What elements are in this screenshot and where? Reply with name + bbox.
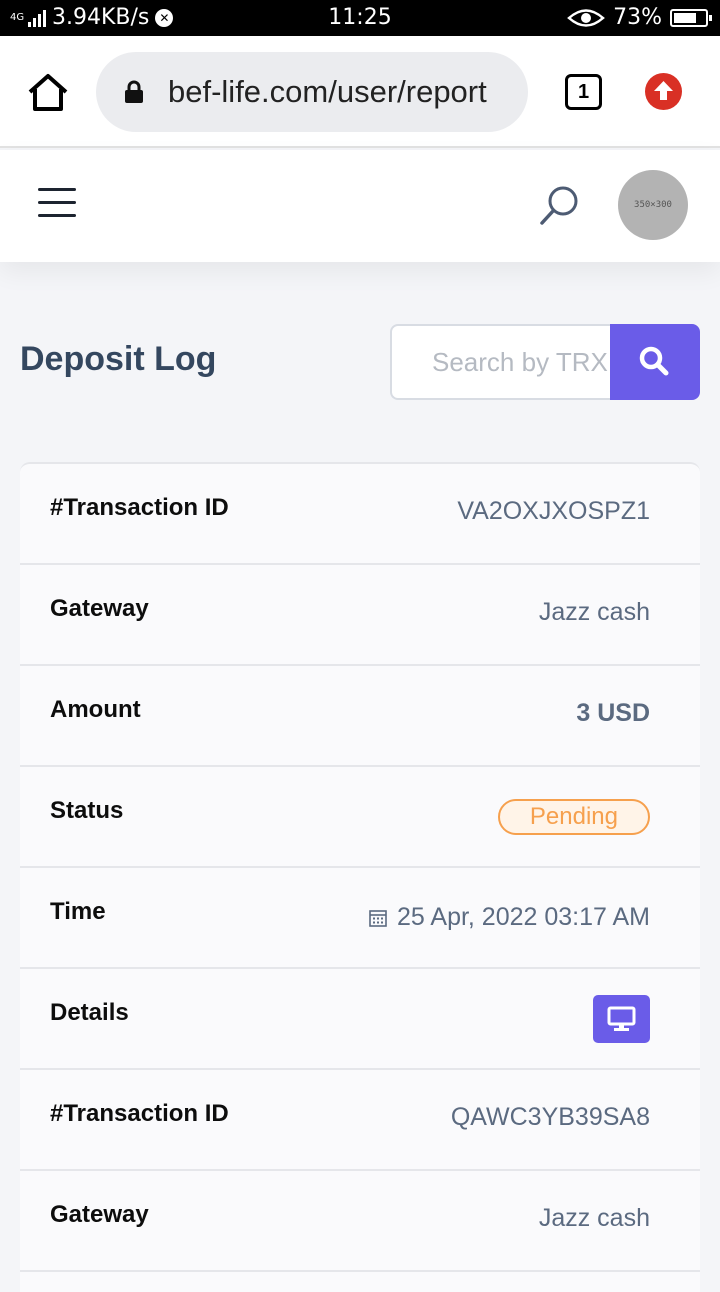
gateway-value: Jazz cash — [538, 598, 650, 626]
avatar[interactable]: 350×300 — [618, 170, 688, 240]
battery-icon — [670, 8, 712, 27]
list-item: #Transaction ID VA2OXJXOSPZ1 — [20, 464, 700, 565]
monitor-icon — [607, 1006, 636, 1031]
browser-toolbar: bef-life.com/user/report 1 — [0, 36, 720, 148]
gateway-label: Gateway — [50, 1201, 149, 1228]
url-text[interactable]: bef-life.com/user/report — [168, 74, 518, 110]
hamburger-menu-icon[interactable] — [38, 188, 76, 218]
site-header: 350×300 — [0, 150, 720, 262]
transaction-id-value: QAWC3YB39SA8 — [450, 1103, 650, 1131]
transaction-id-label: #Transaction ID — [50, 494, 229, 521]
arrow-up-icon — [654, 81, 673, 100]
search-form — [390, 324, 700, 400]
details-button[interactable] — [593, 995, 650, 1043]
page-title: Deposit Log — [20, 340, 217, 378]
list-item — [20, 1272, 700, 1292]
battery-percent: 73% — [613, 5, 662, 30]
list-item: Details — [20, 969, 700, 1070]
lock-icon — [125, 80, 143, 103]
list-item: Gateway Jazz cash — [20, 565, 700, 666]
time-label: Time — [50, 898, 106, 925]
list-item: #Transaction ID QAWC3YB39SA8 — [20, 1070, 700, 1171]
upload-icon[interactable] — [645, 73, 682, 110]
status-badge: Pending — [497, 799, 650, 835]
amount-value: 3 USD — [576, 699, 650, 727]
status-right: 73% — [567, 5, 712, 30]
search-submit-button[interactable] — [610, 324, 700, 400]
gateway-value: Jazz cash — [538, 1204, 650, 1232]
details-label: Details — [50, 999, 129, 1026]
list-item: Amount 3 USD — [20, 666, 700, 767]
transaction-id-value: VA2OXJXOSPZ1 — [457, 497, 650, 525]
time-value: 25 Apr, 2022 03:17 AM — [397, 903, 650, 931]
eye-icon — [567, 8, 605, 27]
status-bar: 4G 3.94KB/s ✕ 11:25 73% — [0, 0, 720, 36]
list-item: Time 25 Apr, 2022 03:17 AM — [20, 868, 700, 969]
search-input[interactable] — [390, 324, 612, 400]
transaction-id-label: #Transaction ID — [50, 1100, 229, 1127]
address-bar[interactable]: bef-life.com/user/report — [96, 52, 528, 132]
battery-fill — [674, 12, 696, 23]
tabs-icon[interactable]: 1 — [565, 74, 602, 110]
gateway-label: Gateway — [50, 595, 149, 622]
status-label: Status — [50, 797, 124, 824]
search-icon — [639, 346, 669, 376]
calendar-icon — [369, 909, 387, 927]
amount-label: Amount — [50, 696, 141, 723]
home-icon[interactable] — [26, 72, 70, 112]
deposit-log-list: #Transaction ID VA2OXJXOSPZ1 Gateway Jaz… — [20, 462, 700, 1292]
list-item: Status Pending — [20, 767, 700, 868]
time-value-group: 25 Apr, 2022 03:17 AM — [369, 903, 650, 932]
search-icon[interactable] — [538, 184, 582, 228]
list-item: Gateway Jazz cash — [20, 1171, 700, 1272]
